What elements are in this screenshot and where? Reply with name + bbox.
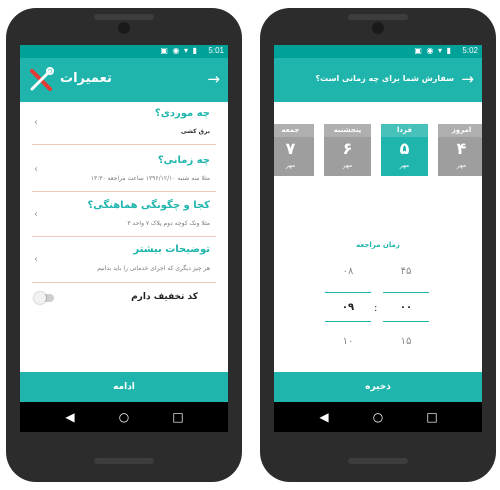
phone-left: ▣ ◉ ▾ ▮ 5:01 → تعمیرات چه موردی؟ برق کشی…	[6, 8, 242, 482]
chevron-left-icon: ‹	[34, 164, 38, 175]
item-question: توضیحات بیشتر	[133, 244, 210, 255]
hour-current[interactable]: ۰۹	[326, 302, 370, 313]
minute-below[interactable]: ۱۵	[384, 336, 428, 347]
day-option[interactable]: پنجشنبه ۶ مهر	[324, 124, 371, 176]
screen-left: ▣ ◉ ▾ ▮ 5:01 → تعمیرات چه موردی؟ برق کشی…	[20, 45, 228, 402]
back-nav-icon[interactable]: ◀	[314, 409, 334, 425]
day-name: امروز	[438, 124, 482, 137]
page-title: تعمیرات	[60, 71, 112, 86]
app-bar: → سفارش شما برای چه زمانی است؟	[274, 58, 482, 102]
earpiece	[94, 14, 154, 20]
day-picker: جمعه ۷ مهر پنجشنبه ۶ مهر فردا ۵ مهر امرو…	[274, 124, 482, 176]
day-number: ۴	[456, 139, 467, 158]
recents-nav-icon[interactable]: □	[422, 409, 442, 425]
day-month: مهر	[285, 162, 296, 169]
bottom-speaker	[348, 458, 408, 464]
day-option[interactable]: امروز ۴ مهر	[438, 124, 482, 176]
forward-arrow-icon[interactable]: →	[461, 70, 474, 88]
app-bar: → تعمیرات	[20, 58, 228, 102]
day-number: ۷	[285, 139, 296, 158]
phone-right: ▣ ◉ ▾ ▮ 5:02 → سفارش شما برای چه زمانی ا…	[260, 8, 496, 482]
status-icons: ▣ ◉ ▾ ▮	[414, 46, 452, 55]
day-name: جمعه	[274, 124, 314, 137]
chevron-left-icon: ‹	[34, 117, 38, 128]
list-item-description[interactable]: توضیحات بیشتر هر چیز دیگری که اجرای خدما…	[32, 244, 216, 283]
item-answer: مثلا سه شنبه ۱۳۹۶/۱۲/۱۰ ساعت مراجعه ۱۳:۳…	[90, 175, 210, 182]
item-answer: برق کشی	[180, 128, 210, 135]
hour-above[interactable]: ۰۸	[326, 266, 370, 277]
day-option[interactable]: جمعه ۷ مهر	[274, 124, 314, 176]
minute-selection-bottom	[383, 321, 429, 322]
bottom-speaker	[94, 458, 154, 464]
day-month: مهر	[399, 162, 410, 169]
discount-toggle[interactable]	[34, 292, 54, 304]
earpiece	[348, 14, 408, 20]
day-month: مهر	[456, 162, 467, 169]
time-separator: :	[374, 303, 378, 314]
item-answer: هر چیز دیگری که اجرای خدماتی را باید بدا…	[97, 265, 210, 272]
minute-above[interactable]: ۴۵	[384, 266, 428, 277]
hour-selection-top	[325, 292, 371, 293]
status-bar: ▣ ◉ ▾ ▮ 5:01	[20, 45, 228, 58]
front-camera	[372, 22, 384, 34]
day-name: فردا	[381, 124, 428, 137]
time-label: زمان مراجعه	[356, 241, 400, 249]
day-month: مهر	[342, 162, 353, 169]
status-icons: ▣ ◉ ▾ ▮	[160, 46, 198, 55]
back-nav-icon[interactable]: ◀	[60, 409, 80, 425]
discount-label: کد تخفیف دارم	[131, 292, 198, 302]
minute-selection-top	[383, 292, 429, 293]
home-nav-icon[interactable]: ○	[114, 409, 134, 425]
screen-right: ▣ ◉ ▾ ▮ 5:02 → سفارش شما برای چه زمانی ا…	[274, 45, 482, 402]
forward-arrow-icon[interactable]: →	[207, 70, 220, 88]
item-question: چه موردی؟	[154, 108, 210, 119]
continue-button[interactable]: ادامه	[20, 372, 228, 402]
toggle-knob	[34, 292, 46, 304]
recents-nav-icon[interactable]: □	[168, 409, 188, 425]
status-time: 5:01	[208, 46, 224, 55]
status-time: 5:02	[462, 46, 478, 55]
home-nav-icon[interactable]: ○	[368, 409, 388, 425]
item-answer: مثلا ونک کوچه دوم پلاک ۷ واحد ۳	[127, 220, 210, 227]
nav-bar: ◀ ○ □	[20, 402, 228, 432]
page-title: سفارش شما برای چه زمانی است؟	[315, 74, 454, 83]
hour-selection-bottom	[325, 321, 371, 322]
hour-below[interactable]: ۱۰	[326, 336, 370, 347]
list-item-where[interactable]: کجا و چگونگی هماهنگی؟ مثلا ونک کوچه دوم …	[32, 200, 216, 237]
chevron-left-icon: ‹	[34, 209, 38, 220]
day-number: ۶	[342, 139, 353, 158]
discount-row: کد تخفیف دارم	[32, 292, 216, 308]
item-question: چه زمانی؟	[157, 155, 210, 166]
minute-current[interactable]: ۰۰	[384, 302, 428, 313]
tools-logo-icon	[30, 67, 54, 91]
chevron-left-icon: ‹	[34, 254, 38, 265]
status-bar: ▣ ◉ ▾ ▮ 5:02	[274, 45, 482, 58]
day-option-selected[interactable]: فردا ۵ مهر	[381, 124, 428, 176]
day-number: ۵	[399, 139, 410, 158]
list-item-what[interactable]: چه موردی؟ برق کشی ‹	[32, 108, 216, 145]
nav-bar: ◀ ○ □	[274, 402, 482, 432]
day-name: پنجشنبه	[324, 124, 371, 137]
front-camera	[118, 22, 130, 34]
item-question: کجا و چگونگی هماهنگی؟	[87, 200, 210, 211]
save-button[interactable]: ذخیره	[274, 372, 482, 402]
list-item-when[interactable]: چه زمانی؟ مثلا سه شنبه ۱۳۹۶/۱۲/۱۰ ساعت م…	[32, 155, 216, 192]
